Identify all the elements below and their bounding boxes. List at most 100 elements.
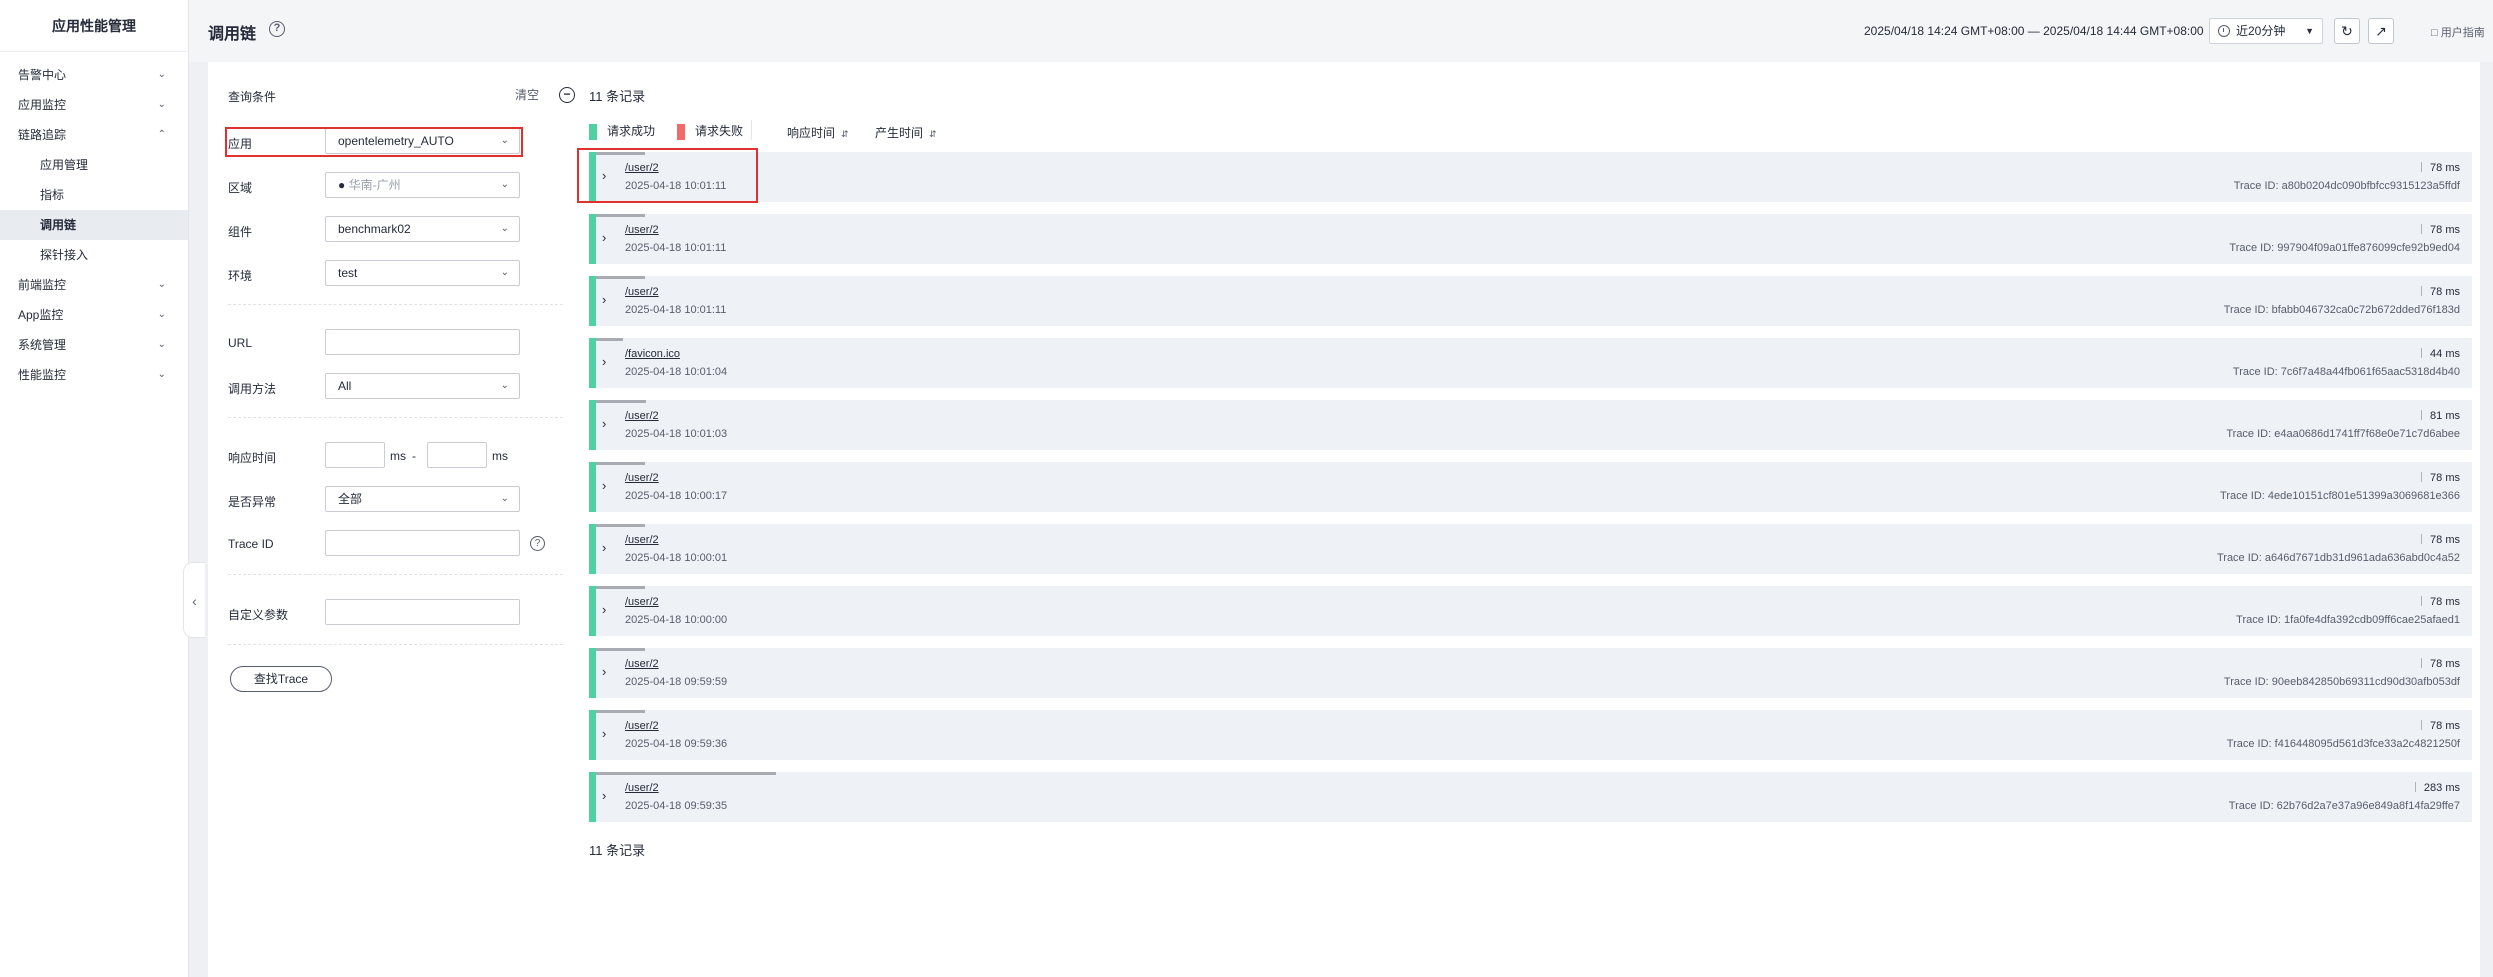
legend-fail-label: 请求失败 [695, 124, 744, 138]
trace-path-link[interactable]: /favicon.ico [625, 348, 680, 360]
refresh-button[interactable]: ↻ [2334, 18, 2360, 44]
status-bar [589, 276, 596, 326]
response-time-min-input[interactable] [325, 442, 385, 468]
nav-item-app-monitor[interactable]: 应用监控 ⌄ [0, 90, 188, 120]
component-select[interactable]: benchmark02 ⌄ [325, 216, 520, 242]
trace-duration: 78 ms [2421, 720, 2460, 732]
nav-sub-app-manage[interactable]: 应用管理 [0, 150, 188, 180]
nav-item-system-manage[interactable]: 系统管理 ⌄ [0, 330, 188, 360]
chevron-right-icon[interactable]: › [602, 168, 606, 183]
trace-id: Trace ID: 1fa0fe4dfa392cdb09ff6cae25afae… [2236, 614, 2460, 626]
env-select[interactable]: test ⌄ [325, 260, 520, 286]
method-select[interactable]: All ⌄ [325, 373, 520, 399]
nav-item-performance-monitor[interactable]: 性能监控 ⌄ [0, 360, 188, 390]
trace-row[interactable]: › /user/2 2025-04-18 10:00:17 78 ms Trace ID… [589, 462, 2472, 512]
trace-id: Trace ID: 997904f09a01ffe876099cfe92b9ed… [2229, 242, 2460, 254]
chevron-down-icon: ⌄ [500, 493, 509, 504]
trace-path-link[interactable]: /user/2 [625, 286, 659, 298]
user-guide-link[interactable]: □ 用户指南 [2431, 24, 2485, 40]
chevron-right-icon[interactable]: › [602, 354, 606, 369]
trace-row[interactable]: › /favicon.ico 2025-04-18 10:01:04 44 ms Tra… [589, 338, 2472, 388]
trace-id-input[interactable] [325, 530, 520, 556]
nav-sub-call-chain[interactable]: 调用链 [0, 210, 188, 240]
url-input[interactable] [325, 329, 520, 355]
find-trace-button[interactable]: 查找Trace [230, 666, 332, 692]
nav-item-app-monitor-mobile[interactable]: App监控 ⌄ [0, 300, 188, 330]
help-icon[interactable]: ? [530, 536, 545, 551]
nav-item-trace[interactable]: 链路追踪 ⌃ [0, 120, 188, 150]
chevron-right-icon[interactable]: › [602, 540, 606, 555]
trace-path-link[interactable]: /user/2 [625, 782, 659, 794]
trace-row[interactable]: › /user/2 2025-04-18 10:01:11 78 ms Trace ID… [589, 152, 2472, 202]
trace-id: Trace ID: 7c6f7a48a44fb061f65aac5318d4b4… [2232, 366, 2460, 378]
divider [228, 644, 563, 645]
trace-time: 2025-04-18 10:01:11 [625, 180, 727, 192]
clear-button[interactable]: 清空 [515, 86, 539, 103]
trace-row[interactable]: › /user/2 2025-04-18 09:59:36 78 ms Trace ID… [589, 710, 2472, 760]
region-select[interactable]: ● 华南-广州 ⌄ [325, 172, 520, 198]
trace-row[interactable]: › /user/2 2025-04-18 10:00:01 78 ms Trace ID… [589, 524, 2472, 574]
collapse-panel-button[interactable]: ‹ [183, 562, 205, 638]
trace-row[interactable]: › /user/2 2025-04-18 09:59:59 78 ms Trace ID… [589, 648, 2472, 698]
chevron-down-icon: ⌄ [157, 339, 166, 350]
trace-row[interactable]: › /user/2 2025-04-18 10:00:00 78 ms Trace ID… [589, 586, 2472, 636]
chevron-right-icon[interactable]: › [602, 726, 606, 741]
nav-item-frontend-monitor[interactable]: 前端监控 ⌄ [0, 270, 188, 300]
chevron-down-icon: ⌄ [157, 279, 166, 290]
trace-path-link[interactable]: /user/2 [625, 472, 659, 484]
nav-item-label: 链路追踪 [18, 128, 67, 142]
nav-sub-metrics[interactable]: 指标 [0, 180, 188, 210]
response-time-max-input[interactable] [427, 442, 487, 468]
chevron-right-icon[interactable]: › [602, 788, 606, 803]
chevron-right-icon[interactable]: › [602, 416, 606, 431]
chevron-right-icon[interactable]: › [602, 664, 606, 679]
nav-sub-probe-access[interactable]: 探针接入 [0, 240, 188, 270]
duration-bar [596, 648, 645, 651]
trace-path-link[interactable]: /user/2 [625, 162, 659, 174]
trace-row[interactable]: › /user/2 2025-04-18 10:01:11 78 ms Trace ID… [589, 276, 2472, 326]
sort-by-time[interactable]: 产生时间 ⇵ [875, 124, 937, 141]
chevron-right-icon[interactable]: › [602, 478, 606, 493]
trace-row[interactable]: › /user/2 2025-04-18 10:01:03 81 ms Trace ID… [589, 400, 2472, 450]
trace-duration: 78 ms [2421, 286, 2460, 298]
duration-bar [596, 276, 645, 279]
nav-item-alarm-center[interactable]: 告警中心 ⌄ [0, 60, 188, 90]
chevron-right-icon[interactable]: › [602, 602, 606, 617]
chevron-right-icon[interactable]: › [602, 292, 606, 307]
trace-id: Trace ID: f416448095d561d3fce33a2c482125… [2226, 738, 2460, 750]
trace-row[interactable]: › /user/2 2025-04-18 10:01:11 78 ms Trace ID… [589, 214, 2472, 264]
trace-row[interactable]: › /user/2 2025-04-18 09:59:35 283 ms Trace I… [589, 772, 2472, 822]
time-range-select[interactable]: 近20分钟 ▼ [2209, 18, 2323, 44]
custom-params-input[interactable] [325, 599, 520, 625]
help-icon[interactable]: ? [269, 21, 285, 37]
nav-item-label: 告警中心 [18, 68, 67, 82]
success-swatch [589, 123, 597, 140]
trace-time: 2025-04-18 09:59:35 [625, 800, 728, 812]
trace-path-link[interactable]: /user/2 [625, 224, 659, 236]
trace-duration: 78 ms [2421, 596, 2460, 608]
trace-time: 2025-04-18 09:59:59 [625, 676, 728, 688]
trace-path-link[interactable]: /user/2 [625, 720, 659, 732]
trace-time: 2025-04-18 10:01:11 [625, 304, 727, 316]
trace-time: 2025-04-18 10:01:03 [625, 428, 728, 440]
app-select[interactable]: opentelemetry_AUTO ⌄ [325, 128, 520, 154]
trace-duration: 78 ms [2421, 472, 2460, 484]
trace-path-link[interactable]: /user/2 [625, 410, 659, 422]
sort-by-response-time[interactable]: 响应时间 ⇵ [787, 124, 849, 141]
error-select[interactable]: 全部 ⌄ [325, 486, 520, 512]
refresh-icon: ↻ [2341, 23, 2353, 39]
status-bar [589, 648, 596, 698]
sort-icon: ⇵ [929, 129, 937, 139]
trace-path-link[interactable]: /user/2 [625, 658, 659, 670]
trace-id: Trace ID: bfabb046732ca0c72b672dded76f18… [2223, 304, 2460, 316]
share-button[interactable]: ↗ [2368, 18, 2394, 44]
chevron-down-icon: ⌄ [500, 223, 509, 234]
trace-path-link[interactable]: /user/2 [625, 596, 659, 608]
nav-title: 应用性能管理 [0, 0, 188, 52]
chevron-right-icon[interactable]: › [602, 230, 606, 245]
time-range-select-value: 近20分钟 [2236, 24, 2286, 38]
trace-duration: 78 ms [2421, 162, 2460, 174]
collapse-query-icon[interactable]: − [559, 87, 575, 103]
divider [228, 574, 563, 575]
trace-path-link[interactable]: /user/2 [625, 534, 659, 546]
